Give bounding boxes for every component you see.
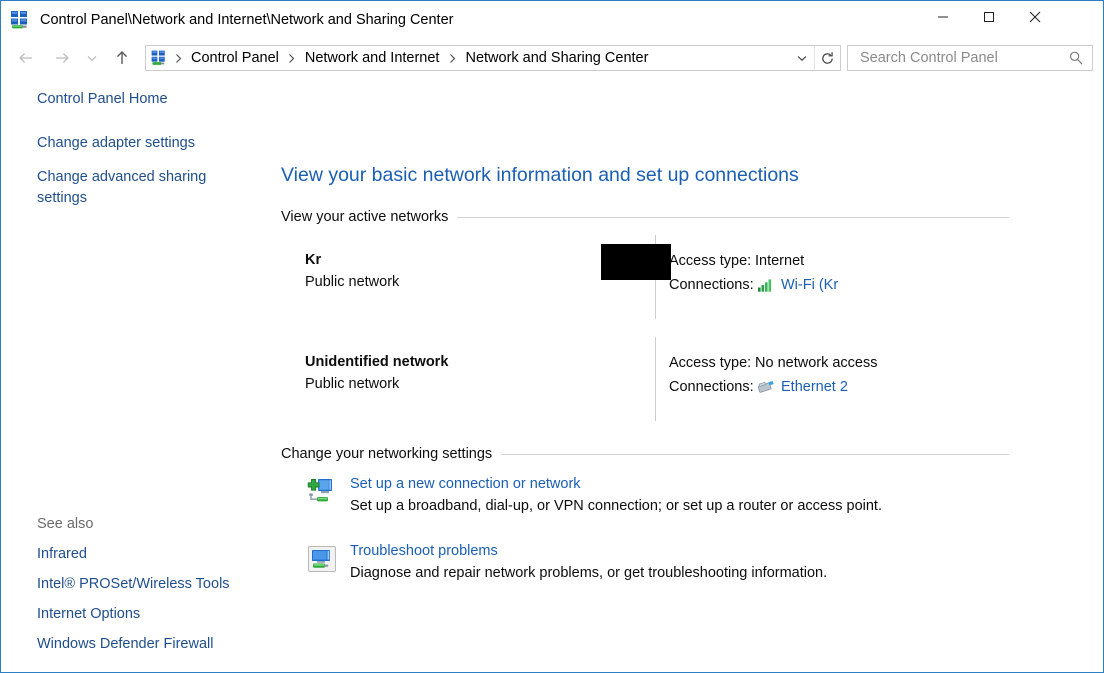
active-networks-header: View your active networks <box>281 209 1009 225</box>
connections-label: Connections: <box>669 277 754 293</box>
setting-description: Diagnose and repair network problems, or… <box>350 565 828 581</box>
connections-field: Connections: Wi-Fi (Kr <box>669 273 999 297</box>
access-type-label: Access type: <box>669 253 752 269</box>
network-details: Access type: Internet Connections: Wi-Fi… <box>669 249 999 297</box>
access-type-label: Access type: <box>669 355 752 371</box>
breadcrumb-separator-icon <box>284 53 300 64</box>
search-icon[interactable] <box>1066 50 1086 66</box>
sidebar-item-change-advanced-sharing-settings[interactable]: Change advanced sharing settings <box>1 167 241 209</box>
see-also-item-intel-proset-wireless-tools[interactable]: Intel® PROSet/Wireless Tools <box>1 574 279 595</box>
see-also-item-infrared[interactable]: Infrared <box>1 544 279 565</box>
network-category: Public network <box>305 376 400 392</box>
sidebar-item-control-panel-home[interactable]: Control Panel Home <box>1 89 241 110</box>
search-box[interactable] <box>847 45 1093 71</box>
breadcrumb-separator-icon <box>170 53 186 64</box>
task-pane: Control Panel Home Change adapter settin… <box>1 77 279 671</box>
connection-link[interactable]: Ethernet 2 <box>781 375 848 399</box>
active-network-row: Unidentified network Public network Acce… <box>279 337 1009 423</box>
address-chevron-down-icon[interactable] <box>790 46 814 70</box>
connections-label: Connections: <box>669 379 754 395</box>
setting-title-link[interactable]: Set up a new connection or network <box>350 473 882 495</box>
network-name: Kr <box>305 252 322 268</box>
access-type-field: Access type: No network access <box>669 351 999 375</box>
header-divider <box>501 453 1009 455</box>
setting-title-link[interactable]: Troubleshoot problems <box>350 540 827 562</box>
breadcrumb-control-panel[interactable]: Control Panel <box>186 50 284 66</box>
address-bar[interactable]: Control Panel Network and Internet Netwo… <box>145 45 841 71</box>
setting-text: Troubleshoot problems Diagnose and repai… <box>341 540 827 584</box>
refresh-icon[interactable] <box>814 46 840 70</box>
see-also-section: See also Infrared Intel® PROSet/Wireless… <box>1 514 279 655</box>
network-identity: Unidentified network Public network <box>305 351 645 395</box>
header-divider <box>457 216 1009 218</box>
search-input[interactable] <box>858 49 1066 67</box>
breadcrumb-network-and-sharing-center[interactable]: Network and Sharing Center <box>460 50 653 66</box>
breadcrumb-network-and-internet[interactable]: Network and Internet <box>300 50 445 66</box>
recent-locations-chevron-down-icon[interactable] <box>81 43 103 73</box>
network-details: Access type: No network access Connectio… <box>669 351 999 399</box>
forward-button[interactable] <box>47 43 77 73</box>
see-also-label: See also <box>37 516 94 532</box>
troubleshoot-icon <box>303 540 341 576</box>
wifi-signal-icon <box>755 278 777 293</box>
setting-description: Set up a broadband, dial-up, or VPN conn… <box>350 498 882 514</box>
redaction-box-network-name <box>601 244 671 280</box>
window-body: Control Panel Home Change adapter settin… <box>1 77 1103 671</box>
maximize-button[interactable] <box>966 1 1012 33</box>
close-button[interactable] <box>1012 1 1058 33</box>
network-column-divider <box>655 337 656 421</box>
network-category: Public network <box>305 274 400 290</box>
setting-text: Set up a new connection or network Set u… <box>341 473 882 517</box>
address-bar-row: Control Panel Network and Internet Netwo… <box>1 39 1103 77</box>
network-name: Unidentified network <box>305 354 449 370</box>
new-connection-icon <box>303 473 341 509</box>
title-bar: Control Panel\Network and Internet\Netwo… <box>1 0 1103 39</box>
see-also-item-internet-options[interactable]: Internet Options <box>1 604 279 625</box>
setting-new-connection[interactable]: Set up a new connection or network Set u… <box>303 473 882 517</box>
change-settings-header: Change your networking settings <box>281 446 1009 462</box>
minimize-button[interactable] <box>920 1 966 33</box>
active-networks-header-label: View your active networks <box>281 209 449 225</box>
connection-link[interactable]: Wi-Fi (Kr <box>781 273 838 297</box>
content-pane: View your basic network information and … <box>279 77 1103 671</box>
control-panel-window: Control Panel\Network and Internet\Netwo… <box>0 0 1104 673</box>
setting-troubleshoot[interactable]: Troubleshoot problems Diagnose and repai… <box>303 540 827 584</box>
breadcrumb-separator-icon <box>444 53 460 64</box>
change-settings-header-label: Change your networking settings <box>281 446 493 462</box>
page-title: View your basic network information and … <box>281 164 799 186</box>
up-button[interactable] <box>109 43 135 73</box>
sidebar-item-change-adapter-settings[interactable]: Change adapter settings <box>1 133 241 154</box>
see-also-item-windows-defender-firewall[interactable]: Windows Defender Firewall <box>1 634 279 655</box>
network-identity: Kr Public network <box>305 249 645 293</box>
back-button[interactable] <box>11 43 41 73</box>
network-sharing-center-icon <box>9 9 31 31</box>
address-network-sharing-center-icon <box>150 49 168 67</box>
access-type-value: No network access <box>755 355 878 371</box>
ethernet-icon <box>755 379 777 395</box>
connections-field: Connections: Ethernet 2 <box>669 375 999 399</box>
window-title: Control Panel\Network and Internet\Netwo… <box>40 12 454 28</box>
access-type-value: Internet <box>755 253 805 269</box>
access-type-field: Access type: Internet <box>669 249 999 273</box>
